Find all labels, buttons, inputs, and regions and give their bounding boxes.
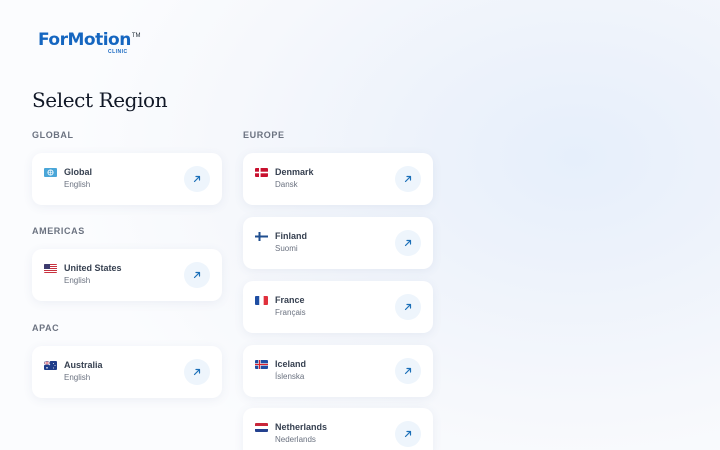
region-language: Dansk (275, 180, 298, 189)
au-flag-icon (44, 361, 57, 370)
arrow-up-right-icon (193, 271, 201, 279)
go-button[interactable] (395, 166, 421, 192)
region-language: English (64, 373, 91, 382)
fi-flag-icon (255, 232, 268, 241)
region-language: Français (275, 308, 306, 317)
fr-flag-icon (255, 296, 268, 305)
arrow-up-right-icon (404, 367, 412, 375)
go-button[interactable] (395, 358, 421, 384)
region-card-denmark[interactable]: Denmark Dansk (243, 153, 433, 205)
arrow-up-right-icon (404, 303, 412, 311)
section-label-americas: AMERICAS (32, 226, 85, 236)
section-label-apac: APAC (32, 323, 60, 333)
go-button[interactable] (184, 359, 210, 385)
go-button[interactable] (184, 262, 210, 288)
go-button[interactable] (395, 294, 421, 320)
region-country: Global (64, 167, 93, 177)
region-country: Finland (275, 231, 307, 241)
region-language: English (64, 180, 91, 189)
region-country: United States (64, 263, 122, 273)
dk-flag-icon (255, 168, 268, 177)
region-card-finland[interactable]: Finland Suomi (243, 217, 433, 269)
is-flag-icon (255, 360, 268, 369)
region-country: Denmark (275, 167, 314, 177)
region-card-united-states[interactable]: United States English (32, 249, 222, 301)
go-button[interactable] (395, 230, 421, 256)
nl-flag-icon (255, 423, 268, 432)
go-button[interactable] (184, 166, 210, 192)
region-card-global[interactable]: Global English (32, 153, 222, 205)
section-label-europe: EUROPE (243, 130, 285, 140)
region-language: English (64, 276, 91, 285)
go-button[interactable] (395, 421, 421, 447)
section-label-global: GLOBAL (32, 130, 74, 140)
region-card-iceland[interactable]: Iceland Íslenska (243, 345, 433, 397)
region-country: France (275, 295, 305, 305)
logo-subtitle: CLINIC (108, 49, 128, 55)
globe-flag-icon (44, 168, 57, 177)
region-language: Nederlands (275, 435, 316, 444)
region-country: Iceland (275, 359, 307, 369)
logo-trademark: TM (131, 33, 141, 39)
arrow-up-right-icon (404, 239, 412, 247)
arrow-up-right-icon (404, 430, 412, 438)
region-card-france[interactable]: France Français (243, 281, 433, 333)
arrow-up-right-icon (193, 175, 201, 183)
region-card-australia[interactable]: Australia English (32, 346, 222, 398)
logo-wordmark: ForMotion (38, 30, 131, 50)
region-country: Netherlands (275, 422, 328, 432)
page-title: Select Region (32, 88, 168, 112)
region-language: Íslenska (275, 372, 305, 381)
formotion-logo[interactable]: ForMotionTM CLINIC (38, 30, 141, 55)
region-language: Suomi (275, 244, 298, 253)
arrow-up-right-icon (404, 175, 412, 183)
us-flag-icon (44, 264, 57, 273)
arrow-up-right-icon (193, 368, 201, 376)
region-country: Australia (64, 360, 103, 370)
region-card-netherlands[interactable]: Netherlands Nederlands (243, 408, 433, 450)
